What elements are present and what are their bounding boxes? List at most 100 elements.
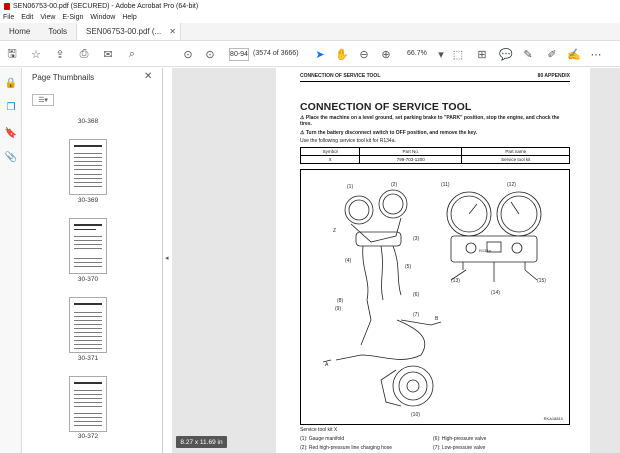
svg-text:R134a: R134a (479, 248, 492, 253)
thumbnail-label: 30-369 (77, 197, 99, 204)
bookmarks-icon[interactable]: 🔖 (4, 126, 18, 140)
table-header: Symbol (299, 147, 361, 156)
page-size-indicator: 8.27 x 11.69 in (176, 436, 227, 448)
svg-text:(9): (9) (335, 306, 341, 312)
thumbnail-label: 30-371 (77, 355, 99, 362)
warning-2-text: Turn the battery disconnect switch to OF… (305, 130, 478, 136)
service-tool-illustration: (1) (2) Z (3) (4) (5) (6) (7) B A (8) (9… (300, 169, 570, 425)
bookmark-star-icon[interactable]: ☆ (28, 46, 44, 62)
tab-home[interactable]: Home (0, 23, 39, 40)
thumbnail-label: 30-370 (77, 276, 99, 283)
svg-text:A: A (325, 362, 329, 368)
page-count: (3574 of 3666) (253, 50, 299, 57)
svg-text:(5): (5) (405, 264, 411, 270)
tab-document[interactable]: SEN06753-00.pdf (... ✕ (76, 23, 181, 40)
zoom-dropdown-chevron-icon[interactable]: ▾ (433, 46, 449, 62)
caption-right-1: (6): High-pressure valve (433, 436, 487, 442)
menu-edit[interactable]: Edit (21, 14, 33, 21)
attachments-icon[interactable]: 📎 (4, 150, 18, 164)
left-navigation-rail: 🔒 ❐ 🔖 📎 (0, 68, 22, 453)
page-thumbnails-panel: Page Thumbnails ✕ ☰▾ 30-368 30-369 30-37… (22, 68, 178, 453)
figure-code: RKA18810 (544, 416, 564, 421)
menu-window[interactable]: Window (90, 14, 115, 21)
menu-bar: File Edit View E-Sign Window Help (0, 12, 620, 23)
fit-page-icon[interactable]: ⊞ (474, 46, 490, 62)
warning-1: ⚠ Place the machine on a level ground, s… (300, 115, 570, 127)
zoom-level[interactable]: 66.7% (407, 50, 427, 57)
svg-text:(12): (12) (507, 182, 516, 188)
thumbnail-page[interactable] (69, 139, 107, 195)
select-cursor-icon[interactable]: ➤ (312, 46, 328, 62)
table-cell: X (299, 155, 361, 164)
acrobat-app-icon (4, 2, 10, 10)
tool-table: Symbol Part No. Part name X 799-703-1200… (299, 147, 570, 164)
next-page-icon[interactable]: ⊙ (202, 46, 218, 62)
right-side-gutter (596, 68, 620, 453)
zoom-out-icon[interactable]: ⊖ (356, 46, 372, 62)
warning-1-text: Place the machine on a level ground, set… (300, 115, 560, 127)
page-thumbnails-icon[interactable]: ❐ (4, 100, 18, 114)
menu-file[interactable]: File (3, 14, 14, 21)
tab-tools[interactable]: Tools (39, 23, 76, 40)
previous-page-icon[interactable]: ⊙ (180, 46, 196, 62)
document-viewer[interactable]: CONNECTION OF SERVICE TOOL 80 APPENDIX C… (172, 68, 620, 453)
menu-view[interactable]: View (40, 14, 55, 21)
draw-icon[interactable]: ✐ (544, 46, 560, 62)
more-tools-icon[interactable]: ⋯ (588, 46, 604, 62)
print-icon[interactable]: ⎙ (76, 46, 92, 62)
thumbnail-options-menu[interactable]: ☰▾ (32, 94, 54, 106)
pdf-page: CONNECTION OF SERVICE TOOL 80 APPENDIX C… (276, 68, 590, 453)
table-row: X 799-703-1200 Service tool kit (299, 155, 570, 164)
table-header-row: Symbol Part No. Part name (299, 147, 570, 156)
svg-text:(14): (14) (491, 290, 500, 296)
hand-tool-icon[interactable]: ✋ (334, 46, 350, 62)
svg-text:(1): (1) (347, 184, 353, 190)
close-panel-icon[interactable]: ✕ (144, 71, 152, 82)
svg-text:(15): (15) (537, 278, 546, 284)
save-icon[interactable]: 🖫 (4, 46, 20, 62)
thumbnail-label: 30-368 (77, 118, 99, 125)
svg-text:(13): (13) (451, 278, 460, 284)
svg-text:Z: Z (333, 228, 336, 234)
svg-text:(6): (6) (413, 292, 419, 298)
marquee-zoom-icon[interactable]: ⬚ (450, 46, 466, 62)
svg-text:(4): (4) (345, 258, 351, 264)
caption-left-1: (1): Gauge manifold (300, 436, 345, 442)
title-bar: SEN06753-00.pdf (SECURED) - Adobe Acroba… (0, 0, 620, 12)
page-header-left: CONNECTION OF SERVICE TOOL (300, 73, 381, 79)
svg-text:(10): (10) (411, 412, 420, 418)
svg-text:(11): (11) (441, 182, 450, 188)
search-icon[interactable]: ⌕ (124, 46, 140, 62)
table-cell: Service tool kit (461, 155, 570, 164)
close-tab-icon[interactable]: ✕ (169, 27, 176, 36)
tab-document-label: SEN06753-00.pdf (... (86, 27, 162, 36)
upload-icon[interactable]: ⇪ (52, 46, 68, 62)
zoom-in-icon[interactable]: ⊕ (378, 46, 394, 62)
table-header: Part name (461, 147, 570, 156)
table-header: Part No. (359, 147, 463, 156)
warning-icon: ⚠ (300, 130, 305, 136)
thumbnail-label: 30-372 (77, 433, 99, 440)
service-tool-drawing: (1) (2) Z (3) (4) (5) (6) (7) B A (8) (9… (322, 182, 564, 421)
thumbnail-page[interactable] (69, 376, 107, 432)
highlight-icon[interactable]: ✎ (520, 46, 536, 62)
thumbnail-page[interactable] (69, 297, 107, 353)
page-title: CONNECTION OF SERVICE TOOL (300, 101, 472, 113)
window-title: SEN06753-00.pdf (SECURED) - Adobe Acroba… (13, 2, 199, 10)
page-number-input[interactable]: 80-94 (229, 48, 249, 61)
thumbnail-page[interactable] (69, 218, 107, 274)
sign-icon[interactable]: ✍ (566, 46, 582, 62)
svg-text:(2): (2) (391, 182, 397, 188)
svg-text:(8): (8) (337, 298, 343, 304)
caption-right-2: (7): Low-pressure valve (433, 445, 486, 451)
svg-text:B: B (435, 316, 439, 322)
menu-esign[interactable]: E-Sign (62, 14, 83, 21)
toolbar: 🖫 ☆ ⇪ ⎙ ✉ ⌕ ⊙ ⊙ 80-94 (3574 of 3666) ➤ ✋… (0, 42, 620, 67)
mail-icon[interactable]: ✉ (100, 46, 116, 62)
lock-icon[interactable]: 🔒 (4, 76, 18, 90)
tab-bar: Home Tools SEN06753-00.pdf (... ✕ (0, 23, 620, 41)
menu-help[interactable]: Help (122, 14, 136, 21)
comment-icon[interactable]: 💬 (498, 46, 514, 62)
collapse-panel-chevron-icon[interactable]: ◂ (165, 254, 169, 262)
caption-left-2: (2): Red high-pressure line charging hos… (300, 445, 392, 451)
